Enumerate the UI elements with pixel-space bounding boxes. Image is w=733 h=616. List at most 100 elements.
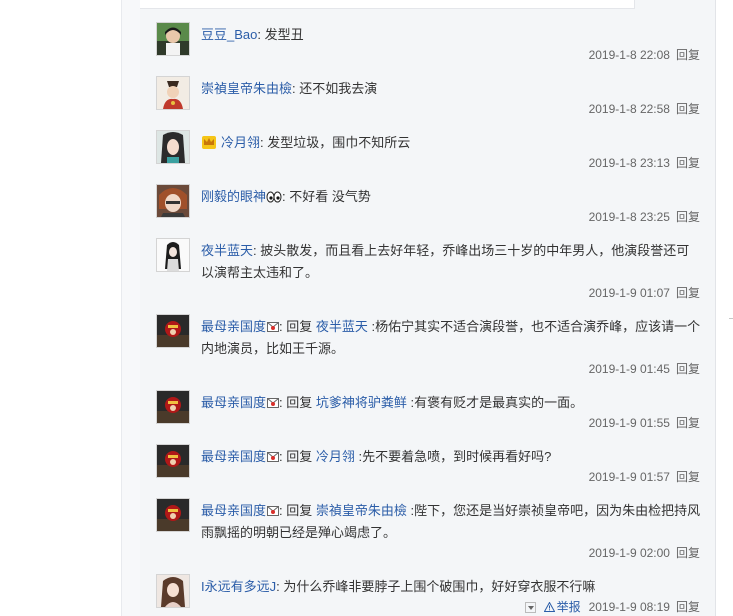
comment-item: 最母亲国度: 回复 崇禎皇帝朱由檢 :陛下，您还是当好崇祯皇帝吧，因为朱由检把持…: [156, 498, 704, 572]
comment-time: 2019-1-8 22:58: [588, 102, 670, 116]
comment-meta: 2019-1-9 01:07 回复: [589, 284, 700, 301]
comment-text: :有褒有贬才是最真实的一面。: [406, 395, 584, 410]
page-edge-mark: [729, 318, 733, 319]
reply-prefix: 回复: [286, 449, 316, 464]
comment-text: :先不要着急喷，到时候再看好吗?: [354, 449, 552, 464]
reply-button[interactable]: 回复: [676, 286, 700, 300]
comment-username[interactable]: 夜半蓝天: [201, 243, 253, 258]
mail-icon: [267, 393, 280, 408]
report-button[interactable]: 举报: [557, 600, 581, 614]
replied-username[interactable]: 冷月翎: [316, 449, 355, 464]
comment-username[interactable]: 豆豆_Bao: [201, 27, 257, 42]
reply-button[interactable]: 回复: [676, 102, 700, 116]
comment-meta: 2019-1-8 23:25 回复: [589, 208, 700, 225]
comment-body: 最母亲国度: 回复 坑爹神将驴粪鲜 :有褒有贬才是最真实的一面。: [201, 392, 701, 414]
collapse-dropdown-icon[interactable]: [524, 602, 536, 613]
reply-button[interactable]: 回复: [676, 156, 700, 170]
panel-right-border: [715, 0, 716, 616]
comment-meta: 举报 2019-1-9 08:19 回复: [524, 598, 700, 615]
comment-body: 冷月翎: 发型垃圾，围巾不知所云: [201, 132, 701, 154]
comment-item: I永远有多远J: 为什么乔峰非要脖子上围个破围巾，好好穿衣服不行嘛 举报 2019…: [156, 574, 704, 616]
avatar[interactable]: [156, 574, 190, 608]
top-box-edge: [140, 0, 635, 9]
comment-item: 夜半蓝天: 披头散发，而且看上去好年轻，乔峰出场三十岁的中年男人，他演段誉还可以…: [156, 238, 704, 312]
reply-prefix: 回复: [286, 503, 316, 518]
comment-time: 2019-1-9 01:55: [588, 416, 670, 430]
comment-time: 2019-1-8 23:25: [588, 210, 670, 224]
reply-button[interactable]: 回复: [676, 210, 700, 224]
comment-meta: 2019-1-8 22:58 回复: [589, 100, 700, 117]
avatar[interactable]: [156, 314, 190, 348]
comment-text: 发型垃圾，围巾不知所云: [267, 135, 411, 150]
comment-item: 豆豆_Bao: 发型丑 2019-1-8 22:08 回复: [156, 22, 704, 74]
avatar[interactable]: [156, 390, 190, 424]
comment-item: 最母亲国度: 回复 冷月翎 :先不要着急喷，到时候再看好吗? 2019-1-9 …: [156, 444, 704, 496]
comment-body: 最母亲国度: 回复 冷月翎 :先不要着急喷，到时候再看好吗?: [201, 446, 701, 468]
comment-meta: 2019-1-8 23:13 回复: [589, 154, 700, 171]
comment-body: 刚毅的眼神: 不好看 没气势: [201, 186, 701, 208]
reply-button[interactable]: 回复: [676, 546, 700, 560]
avatar[interactable]: [156, 184, 190, 218]
mail-icon: [267, 447, 280, 462]
eyes-emoji-icon: [266, 188, 282, 203]
comment-username[interactable]: 冷月翎: [221, 135, 260, 150]
avatar[interactable]: [156, 130, 190, 164]
comment-time: 2019-1-9 08:19: [588, 600, 670, 614]
comment-username[interactable]: 最母亲国度: [201, 449, 266, 464]
comment-username[interactable]: 最母亲国度: [201, 503, 266, 518]
reply-prefix: 回复: [286, 319, 316, 334]
comment-text: 为什么乔峰非要脖子上围个破围巾，好好穿衣服不行嘛: [283, 579, 596, 594]
comment-item: 最母亲国度: 回复 夜半蓝天 :杨佑宁其实不适合演段誉，也不适合演乔峰，应该请一…: [156, 314, 704, 388]
avatar[interactable]: [156, 498, 190, 532]
comment-body: 最母亲国度: 回复 崇禎皇帝朱由檢 :陛下，您还是当好崇祯皇帝吧，因为朱由检把持…: [201, 500, 701, 544]
comment-item: 最母亲国度: 回复 坑爹神将驴粪鲜 :有褒有贬才是最真实的一面。 2019-1-…: [156, 390, 704, 442]
comment-meta: 2019-1-8 22:08 回复: [589, 46, 700, 63]
comment-text: 发型丑: [264, 27, 304, 42]
comment-meta: 2019-1-9 01:45 回复: [589, 360, 700, 377]
comment-body: 崇禎皇帝朱由檢: 还不如我去演: [201, 78, 701, 100]
comment-separator: :: [257, 27, 265, 42]
comment-username[interactable]: I永远有多远J: [201, 579, 276, 594]
comment-body: 最母亲国度: 回复 夜半蓝天 :杨佑宁其实不适合演段誉，也不适合演乔峰，应该请一…: [201, 316, 701, 360]
avatar[interactable]: [156, 444, 190, 478]
avatar[interactable]: [156, 238, 190, 272]
comment-body: 豆豆_Bao: 发型丑: [201, 24, 701, 46]
replied-username[interactable]: 坑爹神将驴粪鲜: [316, 395, 407, 410]
comment-time: 2019-1-9 01:07: [588, 286, 670, 300]
comment-username[interactable]: 崇禎皇帝朱由檢: [201, 81, 292, 96]
comment-meta: 2019-1-9 02:00 回复: [589, 544, 700, 561]
mail-icon: [267, 501, 280, 516]
reply-button[interactable]: 回复: [676, 600, 700, 614]
comment-text: 还不如我去演: [299, 81, 378, 96]
comment-time: 2019-1-8 23:13: [588, 156, 670, 170]
comment-body: 夜半蓝天: 披头散发，而且看上去好年轻，乔峰出场三十岁的中年男人，他演段誉还可以…: [201, 240, 701, 284]
mail-icon: [267, 317, 280, 332]
avatar[interactable]: [156, 22, 190, 56]
avatar[interactable]: [156, 76, 190, 110]
comment-time: 2019-1-9 01:57: [588, 470, 670, 484]
comment-username[interactable]: 最母亲国度: [201, 319, 266, 334]
comment-meta: 2019-1-9 01:57 回复: [589, 468, 700, 485]
reply-button[interactable]: 回复: [676, 416, 700, 430]
comment-text: 不好看 没气势: [289, 189, 371, 204]
reply-button[interactable]: 回复: [676, 48, 700, 62]
left-margin-stripe: [121, 0, 141, 616]
comment-time: 2019-1-9 01:45: [588, 362, 670, 376]
comment-time: 2019-1-9 02:00: [588, 546, 670, 560]
comment-item: 崇禎皇帝朱由檢: 还不如我去演 2019-1-8 22:58 回复: [156, 76, 704, 128]
comment-item: 冷月翎: 发型垃圾，围巾不知所云 2019-1-8 23:13 回复: [156, 130, 704, 182]
warning-icon: [543, 601, 555, 612]
reply-button[interactable]: 回复: [676, 470, 700, 484]
vip-crown-icon: [201, 134, 217, 150]
comment-username[interactable]: 刚毅的眼神: [201, 189, 266, 204]
comment-item: 刚毅的眼神: 不好看 没气势 2019-1-8 23:25 回复: [156, 184, 704, 236]
reply-prefix: 回复: [286, 395, 316, 410]
comment-text: 披头散发，而且看上去好年轻，乔峰出场三十岁的中年男人，他演段誉还可以演帮主太违和…: [201, 243, 690, 280]
comment-username[interactable]: 最母亲国度: [201, 395, 266, 410]
replied-username[interactable]: 夜半蓝天: [316, 319, 368, 334]
comment-body: I永远有多远J: 为什么乔峰非要脖子上围个破围巾，好好穿衣服不行嘛: [201, 576, 701, 598]
replied-username[interactable]: 崇禎皇帝朱由檢: [316, 503, 407, 518]
comment-time: 2019-1-8 22:08: [588, 48, 670, 62]
comment-meta: 2019-1-9 01:55 回复: [589, 414, 700, 431]
reply-button[interactable]: 回复: [676, 362, 700, 376]
